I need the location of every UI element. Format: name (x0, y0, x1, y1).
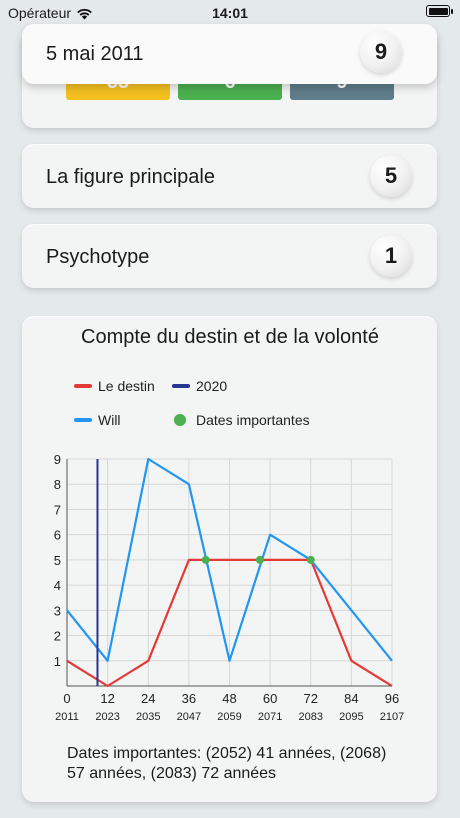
x-year-label: 2023 (95, 711, 119, 723)
y-tick-label: 9 (54, 452, 61, 467)
x-tick-label: 48 (222, 691, 236, 706)
legend-label: 2020 (196, 378, 227, 394)
y-tick-label: 4 (54, 578, 61, 593)
destiny-will-chart: Le destin 2020Will Dates importantes123456… (54, 378, 404, 723)
x-tick-label: 84 (344, 691, 358, 706)
x-year-label: 2047 (177, 711, 201, 723)
x-year-label: 2071 (258, 711, 282, 723)
legend-label: Will (98, 412, 121, 428)
x-year-label: 2083 (299, 711, 323, 723)
y-tick-label: 6 (54, 528, 61, 543)
x-tick-label: 0 (63, 691, 70, 706)
important-dates-text: Dates importantes: (2052) 41 années, (20… (67, 745, 387, 782)
x-tick-label: 12 (100, 691, 114, 706)
y-tick-label: 7 (54, 502, 61, 517)
x-tick-label: 96 (385, 691, 399, 706)
x-year-label: 2011 (55, 711, 79, 723)
x-year-label: 2107 (380, 711, 404, 723)
x-tick-label: 36 (182, 691, 196, 706)
y-tick-label: 1 (54, 654, 61, 669)
x-year-label: 2059 (217, 711, 241, 723)
y-tick-label: 8 (54, 477, 61, 492)
important-date-point (306, 555, 315, 564)
important-date-point (201, 555, 210, 564)
legend-marker (174, 414, 186, 426)
y-tick-label: 2 (54, 629, 61, 644)
x-tick-label: 60 (263, 691, 277, 706)
x-year-label: 2095 (339, 711, 363, 723)
x-year-label: 2035 (136, 711, 160, 723)
x-tick-label: 72 (304, 691, 318, 706)
y-tick-label: 3 (54, 603, 61, 618)
y-tick-label: 5 (54, 553, 61, 568)
legend-label: Le destin (98, 378, 155, 394)
legend-label: Dates importantes (196, 412, 310, 428)
important-date-point (255, 555, 264, 564)
x-tick-label: 24 (141, 691, 155, 706)
